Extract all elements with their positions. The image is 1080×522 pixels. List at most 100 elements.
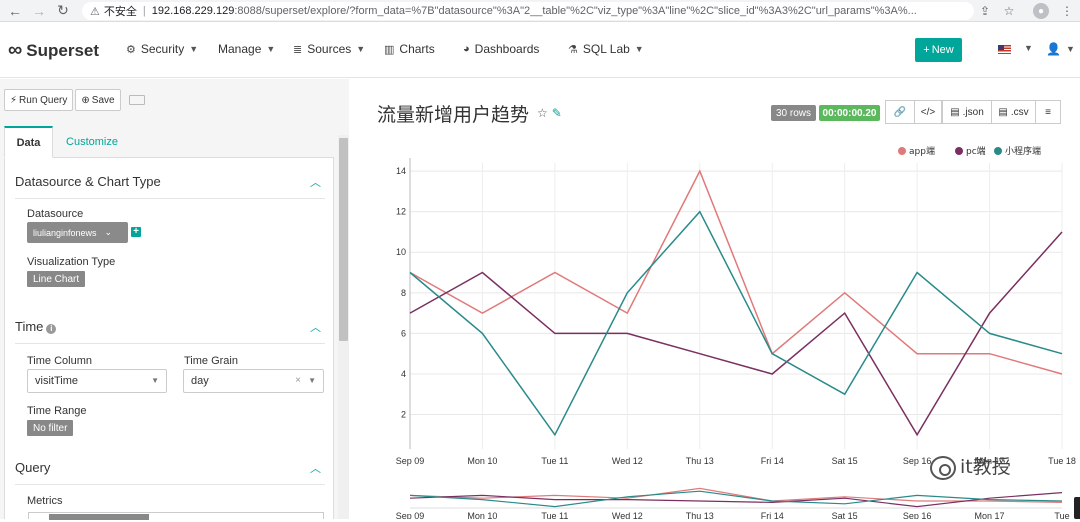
database-icon: ≣ bbox=[293, 43, 303, 56]
json-export-button[interactable]: ▤ .json bbox=[942, 100, 992, 124]
embed-code-button[interactable]: </> bbox=[914, 100, 942, 124]
time-column-value: visitTime bbox=[35, 375, 78, 387]
profile-icon[interactable]: ● bbox=[1032, 2, 1050, 20]
chart-title[interactable]: 流量新增用户趋势 bbox=[377, 100, 529, 127]
metrics-select[interactable] bbox=[28, 512, 324, 520]
viz-type-label: Visualization Type bbox=[27, 256, 116, 268]
nav-dashboards[interactable]: ◕ Dashboards bbox=[463, 42, 539, 56]
url-separator: | bbox=[142, 5, 146, 17]
legend-label: pc端 bbox=[966, 145, 986, 157]
nav-sources[interactable]: ≣ Sources ▼ bbox=[293, 42, 365, 56]
control-tabs: Data Customize bbox=[4, 126, 334, 158]
section-time-header[interactable]: Time i ︿ bbox=[15, 310, 325, 344]
bar-chart-icon: ▥ bbox=[384, 43, 395, 56]
plus-circle-icon: ⊕ bbox=[81, 94, 90, 106]
legend-label: app端 bbox=[909, 145, 935, 157]
tab-data[interactable]: Data bbox=[4, 126, 53, 158]
brush-x-tick-label: Mon 10 bbox=[467, 511, 497, 519]
time-range-label: Time Range bbox=[27, 405, 87, 417]
time-grain-label: Time Grain bbox=[184, 355, 238, 367]
brush-x-tick-label: Tue bbox=[1054, 511, 1069, 519]
info-icon[interactable]: i bbox=[46, 324, 57, 334]
time-grain-select[interactable]: day × ▼ bbox=[183, 369, 324, 393]
new-button[interactable]: + New bbox=[915, 38, 962, 62]
x-tick-label: Tue 11 bbox=[541, 456, 568, 466]
superset-logo-icon: ∞ bbox=[8, 39, 22, 61]
control-panel-scrollbar[interactable] bbox=[338, 135, 349, 519]
run-query-button[interactable]: ⚡ Run Query bbox=[4, 89, 74, 111]
chevron-down-icon: ⌄ bbox=[104, 227, 113, 237]
time-column-select[interactable]: visitTime ▼ bbox=[27, 369, 167, 393]
watermark-text: it教授 bbox=[960, 456, 1011, 478]
datasource-value: liulianginfonews bbox=[33, 227, 97, 238]
chevron-up-icon: ︿ bbox=[310, 321, 321, 334]
csv-export-button[interactable]: ▤ .csv bbox=[991, 100, 1036, 124]
back-arrow-icon[interactable]: ← bbox=[6, 2, 24, 20]
datasource-label: Datasource bbox=[27, 208, 84, 220]
edit-icon[interactable]: ✎ bbox=[552, 106, 562, 120]
add-datasource-icon[interactable]: + bbox=[131, 227, 141, 237]
security-label: 不安全 bbox=[103, 6, 137, 18]
x-tick-label: Mon 10 bbox=[467, 456, 497, 466]
save-button[interactable]: ⊕ Save bbox=[75, 89, 121, 111]
user-icon: 👤 bbox=[1046, 42, 1061, 56]
x-tick-label: Tue 18 bbox=[1048, 456, 1076, 466]
legend-marker bbox=[898, 147, 906, 155]
keyboard-icon[interactable] bbox=[128, 95, 145, 105]
nav-dashboards-label: Dashboards bbox=[474, 42, 540, 56]
scrollbar-thumb[interactable] bbox=[339, 138, 348, 341]
section-datasource-header[interactable]: Datasource & Chart Type ︿ bbox=[15, 165, 325, 199]
tab-customize[interactable]: Customize bbox=[62, 126, 122, 158]
brush-x-tick-label: Wed 12 bbox=[612, 511, 643, 519]
wechat-icon bbox=[930, 455, 956, 480]
brush-series-line-0 bbox=[409, 487, 1063, 503]
y-tick-label: 14 bbox=[396, 166, 406, 176]
share-icon[interactable]: ⇪ bbox=[976, 2, 994, 20]
address-bar[interactable]: ⚠ 不安全 | 192.168.229.129 :8088/superset/e… bbox=[82, 2, 974, 20]
legend-marker bbox=[994, 147, 1002, 155]
nav-manage[interactable]: Manage ▼ bbox=[218, 42, 275, 56]
brush-x-tick-label: Sep 09 bbox=[396, 511, 425, 519]
dashboard-icon: ◕ bbox=[463, 43, 470, 55]
x-tick-label: Fri 14 bbox=[761, 456, 784, 466]
reload-icon[interactable]: ↻ bbox=[54, 2, 72, 20]
clear-icon[interactable]: × bbox=[295, 375, 301, 386]
chevron-down-icon: ▼ bbox=[266, 44, 276, 54]
datasource-select[interactable]: liulianginfonews ⌄ bbox=[27, 222, 128, 243]
side-tab-icon[interactable] bbox=[1074, 497, 1080, 519]
star-icon[interactable]: ☆ bbox=[1000, 2, 1018, 20]
time-range-value[interactable]: No filter bbox=[27, 420, 74, 436]
brush-x-tick-label: Fri 14 bbox=[761, 511, 784, 519]
language-dropdown[interactable]: ▼ bbox=[1019, 43, 1033, 53]
nav-sql-lab[interactable]: ⚗ SQL Lab ▼ bbox=[568, 42, 644, 56]
section-time-title: Time bbox=[15, 319, 44, 334]
section-query-header[interactable]: Query ︿ bbox=[15, 451, 325, 485]
link-button[interactable]: 🔗 bbox=[885, 100, 915, 124]
url-host: 192.168.229.129 bbox=[151, 5, 235, 17]
chevron-down-icon: ▼ bbox=[1065, 44, 1075, 54]
nav-charts[interactable]: ▥ Charts bbox=[384, 42, 435, 56]
section-query-title: Query bbox=[15, 460, 51, 475]
chevron-down-icon: ▼ bbox=[1024, 43, 1033, 53]
nav-security[interactable]: ⚙ Security ▼ bbox=[126, 42, 198, 56]
nav-manage-label: Manage bbox=[218, 42, 262, 56]
y-tick-label: 2 bbox=[401, 410, 406, 420]
brand[interactable]: ∞ Superset bbox=[8, 39, 99, 62]
x-tick-label: Thu 13 bbox=[686, 456, 714, 466]
menu-icon[interactable]: ⋮ bbox=[1058, 2, 1076, 20]
user-menu[interactable]: 👤 ▼ bbox=[1046, 42, 1075, 56]
more-options-button[interactable]: ≡ bbox=[1035, 100, 1061, 124]
control-panel: ⚡ Run Query ⊕ Save Data Customize Dataso… bbox=[0, 79, 349, 519]
time-grain-value: day bbox=[191, 375, 209, 387]
y-tick-label: 10 bbox=[396, 247, 406, 257]
star-icon[interactable]: ☆ bbox=[537, 106, 548, 120]
x-tick-label: Wed 12 bbox=[612, 456, 643, 466]
app-navbar: ∞ Superset ⚙ Security ▼ Manage ▼ ≣ Sourc… bbox=[0, 22, 1080, 78]
y-tick-label: 4 bbox=[401, 369, 406, 379]
series-line-2 bbox=[409, 210, 1063, 437]
us-flag-icon[interactable] bbox=[998, 45, 1011, 54]
csv-label: .csv bbox=[1010, 106, 1029, 118]
warning-icon: ⚠ bbox=[90, 5, 100, 18]
forward-arrow-icon[interactable]: → bbox=[30, 2, 48, 20]
viz-type-value[interactable]: Line Chart bbox=[27, 271, 86, 287]
